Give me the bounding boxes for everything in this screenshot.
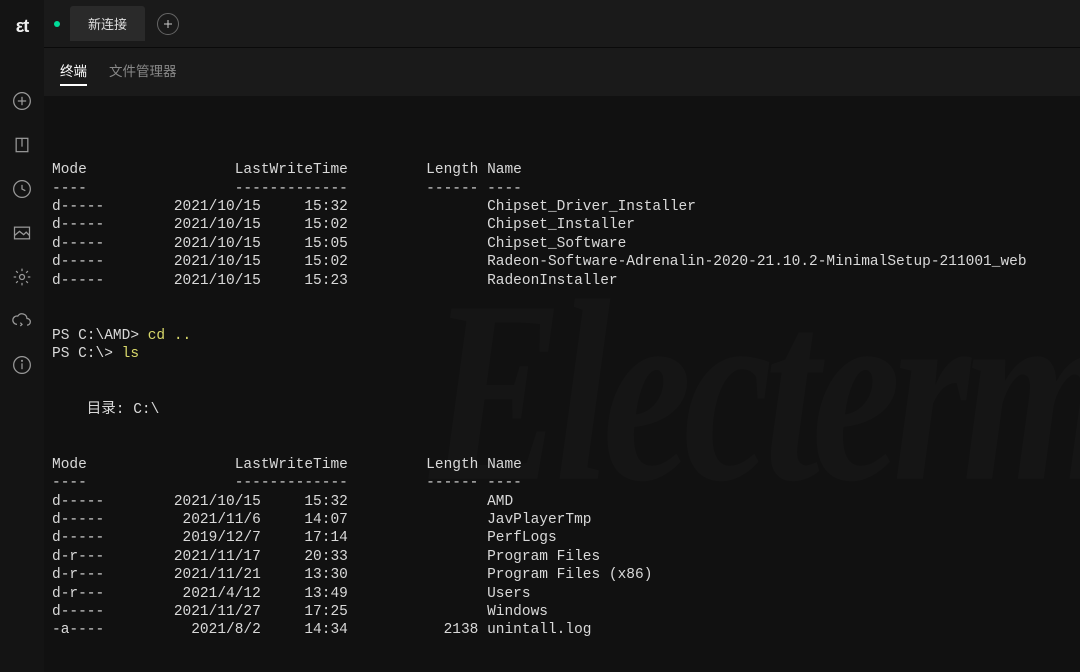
terminal-line: d----- 2021/10/15 15:32 Chipset_Driver_I…: [52, 198, 1080, 216]
sidebar: εt: [0, 0, 44, 672]
terminal-line: [52, 308, 1080, 326]
terminal-line: Mode LastWriteTime Length Name: [52, 161, 1080, 179]
cloud-sync-icon[interactable]: [12, 311, 32, 331]
tab-new-connection[interactable]: 新连接: [70, 6, 145, 41]
info-icon[interactable]: [12, 355, 32, 375]
connection-status-indicator: [54, 21, 60, 27]
add-tab-button[interactable]: [157, 13, 179, 35]
terminal-line: [52, 419, 1080, 437]
terminal-line: [52, 658, 1080, 672]
terminal-line: d----- 2021/10/15 15:02 Chipset_Installe…: [52, 216, 1080, 234]
terminal-line: d----- 2021/10/15 15:32 AMD: [52, 493, 1080, 511]
topbar: 新连接: [44, 0, 1080, 48]
terminal-line: d-r--- 2021/4/12 13:49 Users: [52, 585, 1080, 603]
bookmark-icon[interactable]: [12, 135, 32, 155]
terminal-line: PS C:\AMD> cd ..: [52, 327, 1080, 345]
terminal-line: d----- 2019/12/7 17:14 PerfLogs: [52, 529, 1080, 547]
terminal-line: [52, 437, 1080, 455]
terminal-line: [52, 382, 1080, 400]
terminal-line: d----- 2021/10/15 15:02 Radeon-Software-…: [52, 253, 1080, 271]
terminal-line: [52, 364, 1080, 382]
terminal-line: ---- ------------- ------ ----: [52, 180, 1080, 198]
terminal-line: [52, 290, 1080, 308]
terminal-line: Mode LastWriteTime Length Name: [52, 456, 1080, 474]
tab-terminal[interactable]: 终端: [60, 60, 87, 86]
terminal-line: d-r--- 2021/11/21 13:30 Program Files (x…: [52, 566, 1080, 584]
terminal-line: 目录: C:\: [52, 401, 1080, 419]
gear-icon[interactable]: [12, 267, 32, 287]
tab-file-manager[interactable]: 文件管理器: [109, 60, 177, 86]
clock-icon[interactable]: [12, 179, 32, 199]
terminal-line: d-r--- 2021/11/17 20:33 Program Files: [52, 548, 1080, 566]
main-area: 新连接 终端 文件管理器 Electerm Mode LastWriteTime…: [44, 0, 1080, 672]
terminal-line: ---- ------------- ------ ----: [52, 474, 1080, 492]
subnav: 终端 文件管理器: [44, 48, 1080, 96]
add-icon[interactable]: [12, 91, 32, 111]
terminal-line: d----- 2021/11/6 14:07 JavPlayerTmp: [52, 511, 1080, 529]
terminal-line: PS C:\> ls: [52, 345, 1080, 363]
image-icon[interactable]: [12, 223, 32, 243]
terminal-line: [52, 640, 1080, 658]
terminal-line: d----- 2021/10/15 15:23 RadeonInstaller: [52, 272, 1080, 290]
terminal-line: -a---- 2021/8/2 14:34 2138 unintall.log: [52, 621, 1080, 639]
terminal-line: d----- 2021/11/27 17:25 Windows: [52, 603, 1080, 621]
terminal-output[interactable]: Electerm Mode LastWriteTime Length Name-…: [44, 96, 1080, 672]
terminal-line: d----- 2021/10/15 15:05 Chipset_Software: [52, 235, 1080, 253]
logo: εt: [16, 16, 29, 37]
